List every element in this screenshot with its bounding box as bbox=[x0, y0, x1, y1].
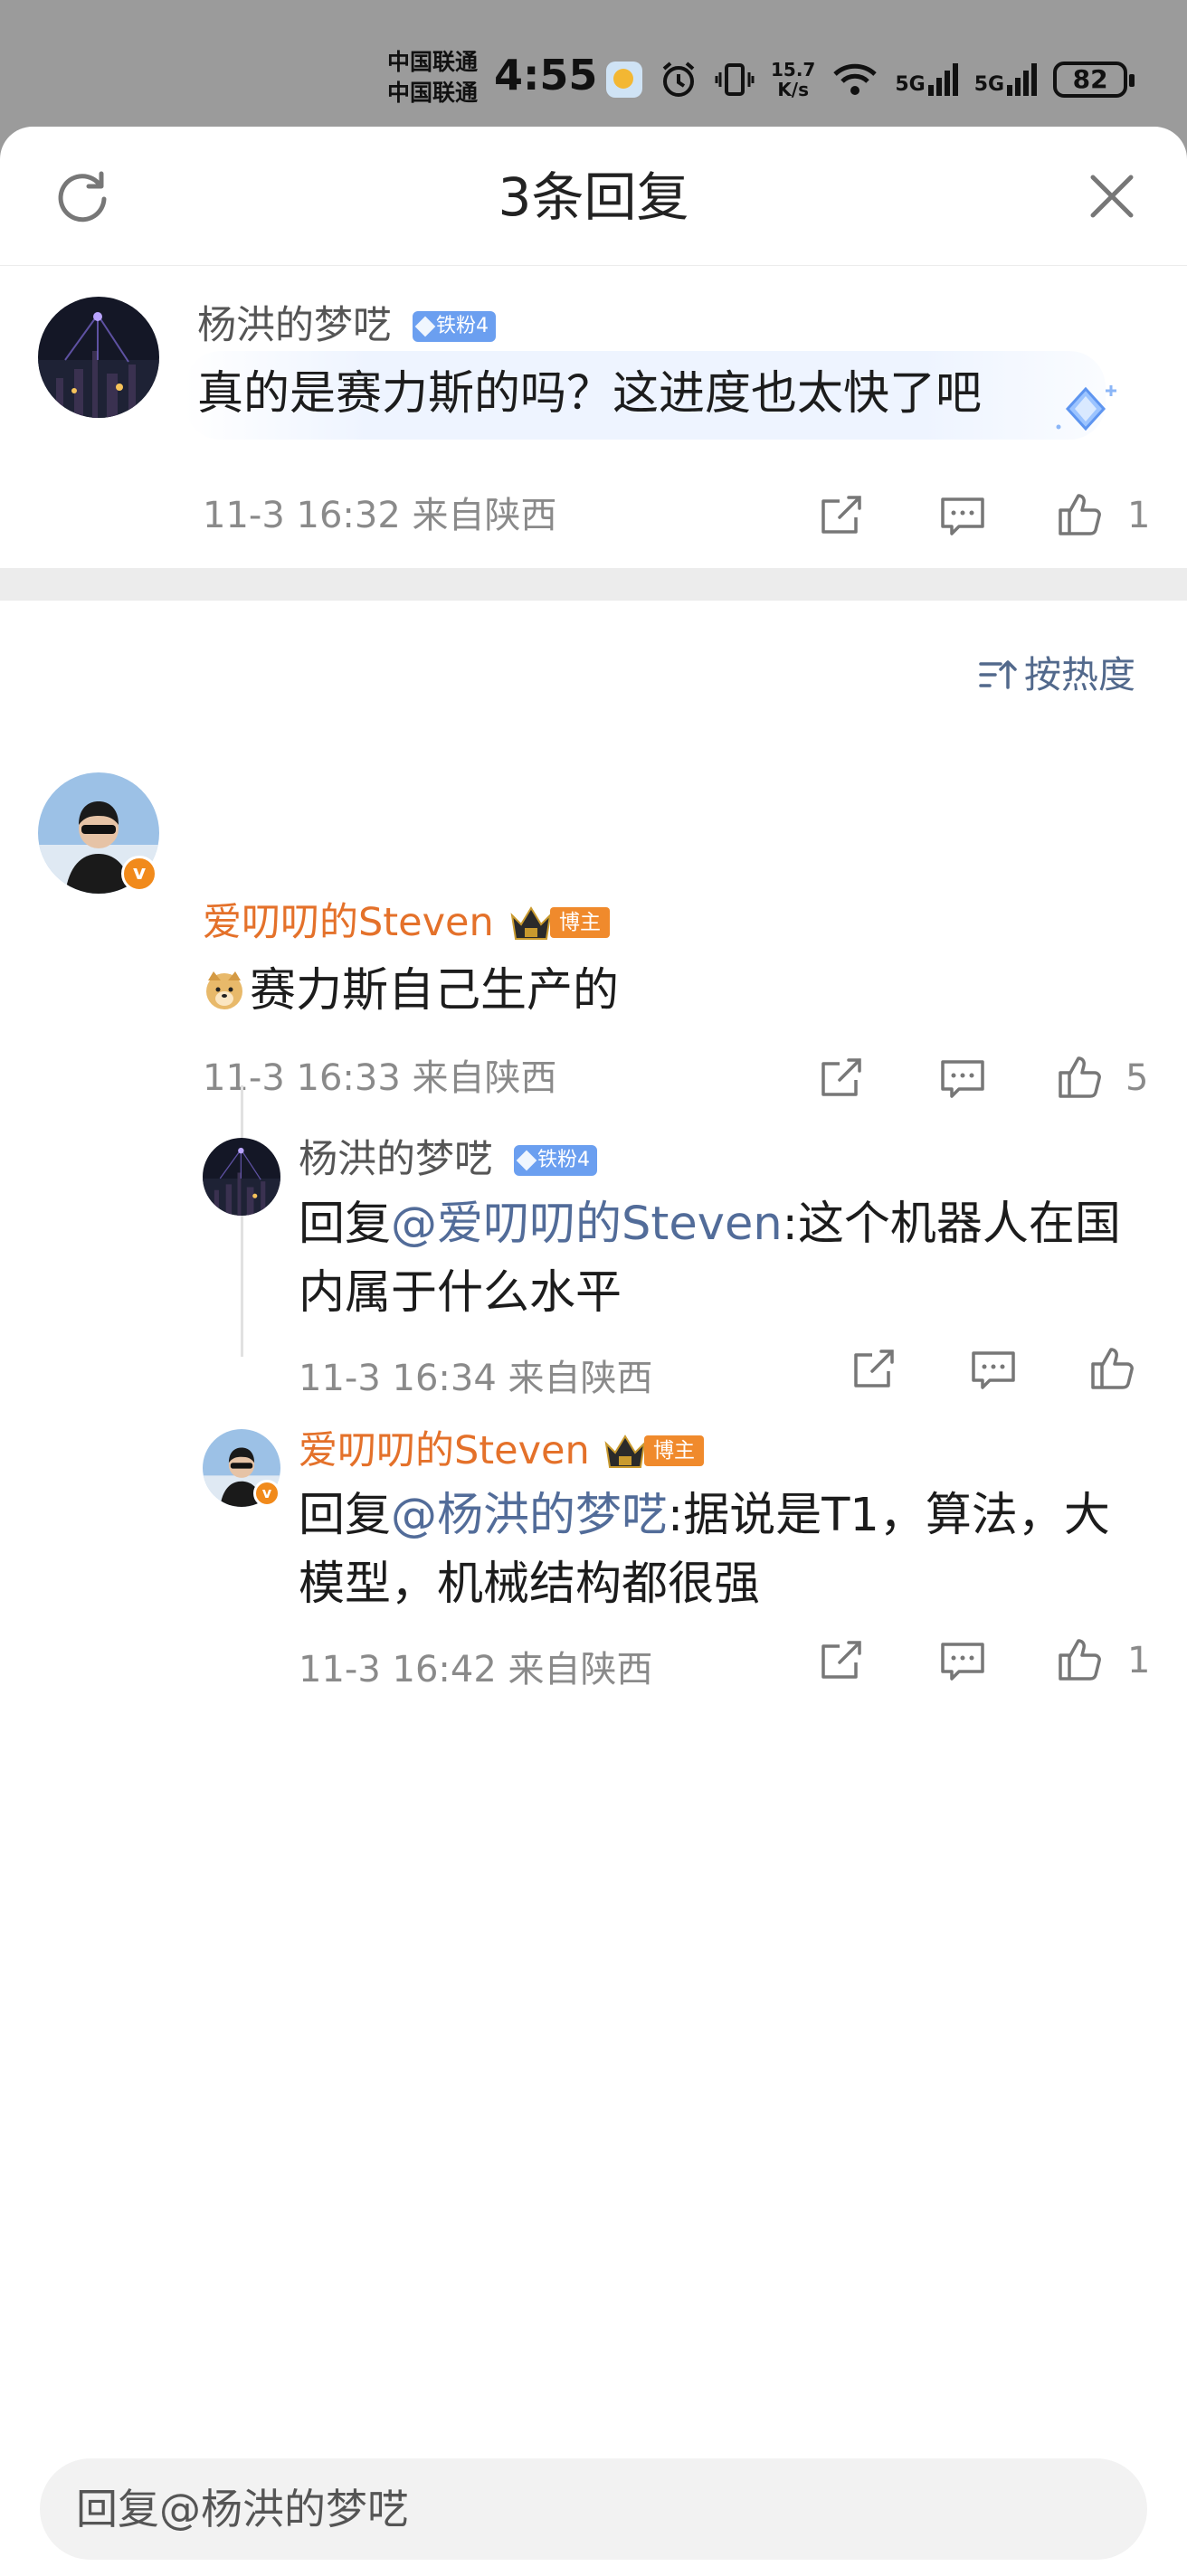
blogger-badge-label: 博主 bbox=[644, 1435, 704, 1466]
replies-sheet: 3条回复 杨洪的梦呓 铁粉4 真的是赛力斯的吗？这进度也太快了吧 11-3 16… bbox=[0, 127, 1187, 2576]
net-speed-unit: K/s bbox=[777, 79, 810, 100]
sheet-header: 3条回复 bbox=[0, 127, 1187, 266]
vibrate-icon bbox=[715, 63, 755, 96]
avatar[interactable]: v bbox=[203, 1429, 280, 1507]
close-icon[interactable] bbox=[1082, 166, 1142, 226]
fan-level-badge: 铁粉4 bbox=[514, 1145, 597, 1176]
diamond-icon bbox=[516, 1150, 537, 1171]
blogger-badge-label: 博主 bbox=[550, 907, 610, 938]
comment-meta: 11-3 16:32 来自陕西 bbox=[203, 495, 557, 536]
section-divider bbox=[0, 568, 1187, 601]
sub-reply-author[interactable]: 爱叨叨的Steven bbox=[299, 1425, 590, 1476]
signal-2-label: 5G bbox=[973, 73, 1005, 96]
like-count: 1 bbox=[1127, 495, 1151, 536]
avatar-city-night-image bbox=[38, 297, 159, 418]
diamond-icon bbox=[414, 316, 436, 337]
wifi-icon bbox=[833, 63, 878, 95]
avatar[interactable]: v bbox=[38, 772, 159, 894]
share-icon[interactable] bbox=[816, 490, 867, 541]
sub-reply-content: 回复@杨洪的梦呓:据说是T1，算法，大 模型，机械结构都很强 bbox=[299, 1482, 1149, 1619]
share-icon[interactable] bbox=[816, 1635, 867, 1686]
reply-input-placeholder: 回复@杨洪的梦呓 bbox=[76, 2485, 409, 2533]
sub-reply-author[interactable]: 杨洪的梦呓 bbox=[299, 1134, 493, 1185]
reply-prefix: 回复 bbox=[299, 1198, 392, 1251]
like-icon[interactable] bbox=[1055, 1051, 1106, 1102]
reply-content: 赛力斯自己生产的 bbox=[203, 957, 619, 1026]
sub-reply-meta: 11-3 16:42 来自陕西 bbox=[299, 1649, 653, 1690]
like-icon[interactable] bbox=[1055, 488, 1106, 539]
carrier-1: 中国联通 bbox=[387, 49, 479, 75]
comment-icon[interactable] bbox=[937, 1635, 988, 1686]
sort-icon bbox=[979, 660, 1017, 689]
mention-link[interactable]: @杨洪的梦呓 bbox=[391, 1489, 668, 1542]
status-bar: 中国联通 中国联通 4:55 15.7 K/s 5G 5G 82 bbox=[0, 0, 1187, 127]
sub-reply-content: 回复@爱叨叨的Steven:这个机器人在国 内属于什么水平 bbox=[299, 1190, 1140, 1328]
comment-icon[interactable] bbox=[937, 1053, 988, 1103]
sort-button[interactable]: 按热度 bbox=[977, 649, 1135, 700]
reply-prefix: 回复 bbox=[299, 1489, 392, 1542]
reply-author[interactable]: 爱叨叨的Steven bbox=[203, 897, 494, 948]
crown-icon bbox=[604, 1435, 646, 1468]
sort-label: 按热度 bbox=[1024, 653, 1135, 696]
sub-reply-text-line1: :据说是T1，算法，大 bbox=[668, 1489, 1110, 1542]
like-icon[interactable] bbox=[1055, 1634, 1106, 1684]
doge-emoji-icon bbox=[206, 971, 242, 1009]
status-icons: 15.7 K/s 5G 5G 82 bbox=[606, 52, 1135, 107]
signal-1: 5G bbox=[895, 63, 958, 96]
share-icon[interactable] bbox=[849, 1344, 899, 1395]
reply-meta: 11-3 16:33 来自陕西 bbox=[203, 1057, 557, 1099]
share-icon[interactable] bbox=[816, 1053, 867, 1103]
crown-icon bbox=[510, 906, 552, 940]
signal-2: 5G bbox=[973, 63, 1038, 96]
comment-icon[interactable] bbox=[968, 1344, 1019, 1395]
fan-level-badge: 铁粉4 bbox=[413, 311, 496, 342]
weather-icon bbox=[606, 62, 642, 98]
thread-connector-line bbox=[241, 1085, 243, 1357]
like-icon[interactable] bbox=[1087, 1342, 1138, 1393]
sub-reply-meta: 11-3 16:34 来自陕西 bbox=[299, 1358, 653, 1399]
battery-indicator: 82 bbox=[1053, 62, 1135, 98]
sub-reply-text-line2: 模型，机械结构都很强 bbox=[299, 1558, 761, 1611]
like-count: 1 bbox=[1127, 1640, 1151, 1681]
carrier-2: 中国联通 bbox=[387, 80, 479, 106]
carrier-labels: 中国联通 中国联通 bbox=[387, 47, 478, 109]
reply-content-text: 赛力斯自己生产的 bbox=[250, 964, 620, 1018]
blogger-badge: 博主 bbox=[508, 903, 610, 942]
avatar[interactable] bbox=[38, 297, 159, 418]
sub-reply-text-line2: 内属于什么水平 bbox=[299, 1266, 622, 1320]
comment-author[interactable]: 杨洪的梦呓 bbox=[197, 300, 392, 351]
status-time: 4:55 bbox=[494, 51, 598, 99]
sub-reply-text-line1: :这个机器人在国 bbox=[782, 1198, 1121, 1251]
fan-badge-label: 铁粉4 bbox=[537, 1149, 590, 1171]
like-count: 5 bbox=[1125, 1057, 1149, 1099]
comment-icon[interactable] bbox=[937, 490, 988, 541]
signal-1-label: 5G bbox=[895, 73, 926, 96]
verified-badge: v bbox=[253, 1480, 280, 1507]
mention-link[interactable]: @爱叨叨的Steven bbox=[391, 1198, 783, 1251]
net-speed: 15.7 K/s bbox=[771, 60, 815, 99]
page-title: 3条回复 bbox=[498, 166, 689, 228]
avatar-city-night-image bbox=[203, 1138, 280, 1216]
alarm-icon bbox=[662, 62, 695, 97]
blogger-badge: 博主 bbox=[603, 1431, 704, 1471]
avatar[interactable] bbox=[203, 1138, 280, 1216]
reply-input[interactable]: 回复@杨洪的梦呓 bbox=[40, 2458, 1147, 2560]
fan-badge-label: 铁粉4 bbox=[436, 315, 489, 337]
comment-content: 真的是赛力斯的吗？这进度也太快了吧 bbox=[197, 367, 983, 421]
sparkle-diamond-icon bbox=[1056, 385, 1116, 431]
net-speed-value: 15.7 bbox=[771, 59, 816, 80]
verified-badge: v bbox=[121, 856, 157, 892]
